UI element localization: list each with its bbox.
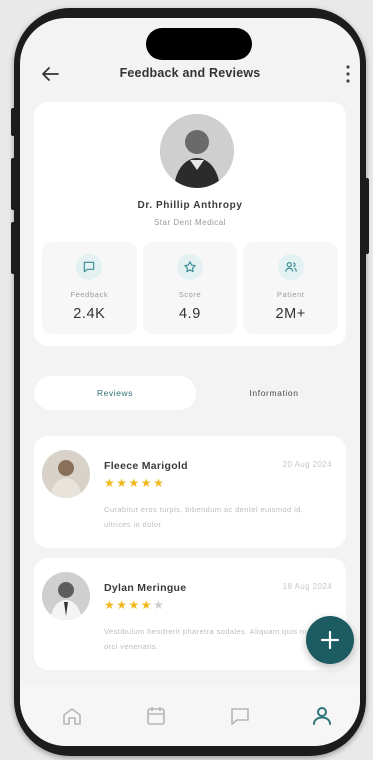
- more-vertical-icon[interactable]: [344, 63, 352, 85]
- star-icon: ★: [104, 476, 117, 490]
- reviewer-name: Fleece Marigold: [104, 460, 188, 472]
- star-icon: ★: [104, 598, 117, 612]
- stat-value: 4.9: [179, 306, 201, 322]
- stat-score: Score 4.9: [142, 242, 238, 334]
- reviewer-name: Dylan Meringue: [104, 582, 187, 594]
- home-icon[interactable]: [60, 704, 84, 728]
- doctor-specialty: Star Dent Medical: [153, 218, 227, 227]
- review-card[interactable]: Fleece Marigold 20 Aug 2024 ★★★★★ Curabi…: [34, 436, 346, 548]
- doctor-name: Dr. Phillip Anthropy: [137, 200, 243, 211]
- review-date: 20 Aug 2024: [282, 460, 332, 469]
- star-icon: ★: [153, 476, 166, 490]
- star-icon: ★: [116, 598, 129, 612]
- chat-icon[interactable]: [228, 704, 252, 728]
- star-rating: ★★★★★: [104, 598, 165, 612]
- review-date: 18 Aug 2024: [282, 582, 332, 591]
- star-icon: ★: [116, 476, 129, 490]
- users-icon: [277, 254, 304, 280]
- reviewer-avatar: [42, 572, 90, 620]
- star-rating: ★★★★★: [104, 476, 165, 490]
- stats-row: Feedback 2.4K Score 4.9 Patient 2M+: [42, 242, 339, 334]
- volume-down-button: [11, 222, 15, 274]
- doctor-avatar: [160, 114, 234, 188]
- tab-bar: Reviews Information: [32, 376, 348, 410]
- add-review-button[interactable]: [306, 616, 354, 664]
- top-bar: Feedback and Reviews: [20, 60, 360, 90]
- star-icon: ★: [140, 476, 154, 490]
- review-text: Vestibulum hendrerit pharetra sodales. A…: [104, 627, 327, 651]
- calendar-icon[interactable]: [144, 704, 168, 728]
- star-icon: ★: [153, 598, 166, 612]
- power-button: [365, 178, 369, 254]
- stat-patient: Patient 2M+: [243, 242, 339, 334]
- review-card[interactable]: Dylan Meringue 18 Aug 2024 ★★★★★ Vestibu…: [34, 558, 346, 670]
- stat-feedback: Feedback 2.4K: [42, 242, 137, 334]
- stat-label: Score: [178, 290, 202, 299]
- mute-switch: [11, 108, 15, 136]
- review-text: Curabitur eros turpis, bibendum ac dente…: [104, 505, 304, 529]
- tab-reviews[interactable]: Reviews: [34, 376, 196, 410]
- stat-value: 2.4K: [73, 306, 106, 322]
- page-title: Feedback and Reviews: [119, 66, 261, 80]
- stat-value: 2M+: [275, 306, 306, 322]
- bottom-navigation: [20, 686, 360, 746]
- reviewer-avatar: [42, 450, 90, 498]
- profile-icon[interactable]: [310, 704, 334, 728]
- star-icon: ★: [128, 476, 141, 490]
- app-screen: Feedback and Reviews Dr. Phillip Anthrop…: [20, 18, 360, 746]
- star-icon: [177, 254, 203, 280]
- star-icon: ★: [128, 598, 141, 612]
- dynamic-island: [146, 28, 252, 60]
- stat-label: Feedback: [70, 290, 109, 299]
- volume-up-button: [11, 158, 15, 210]
- doctor-profile-card: Dr. Phillip Anthropy Star Dent Medical F…: [34, 102, 346, 346]
- stat-label: Patient: [276, 290, 305, 299]
- message-square-icon: [76, 254, 103, 280]
- star-icon: ★: [140, 598, 154, 612]
- tab-information[interactable]: Information: [202, 376, 346, 410]
- plus-icon: [320, 630, 340, 650]
